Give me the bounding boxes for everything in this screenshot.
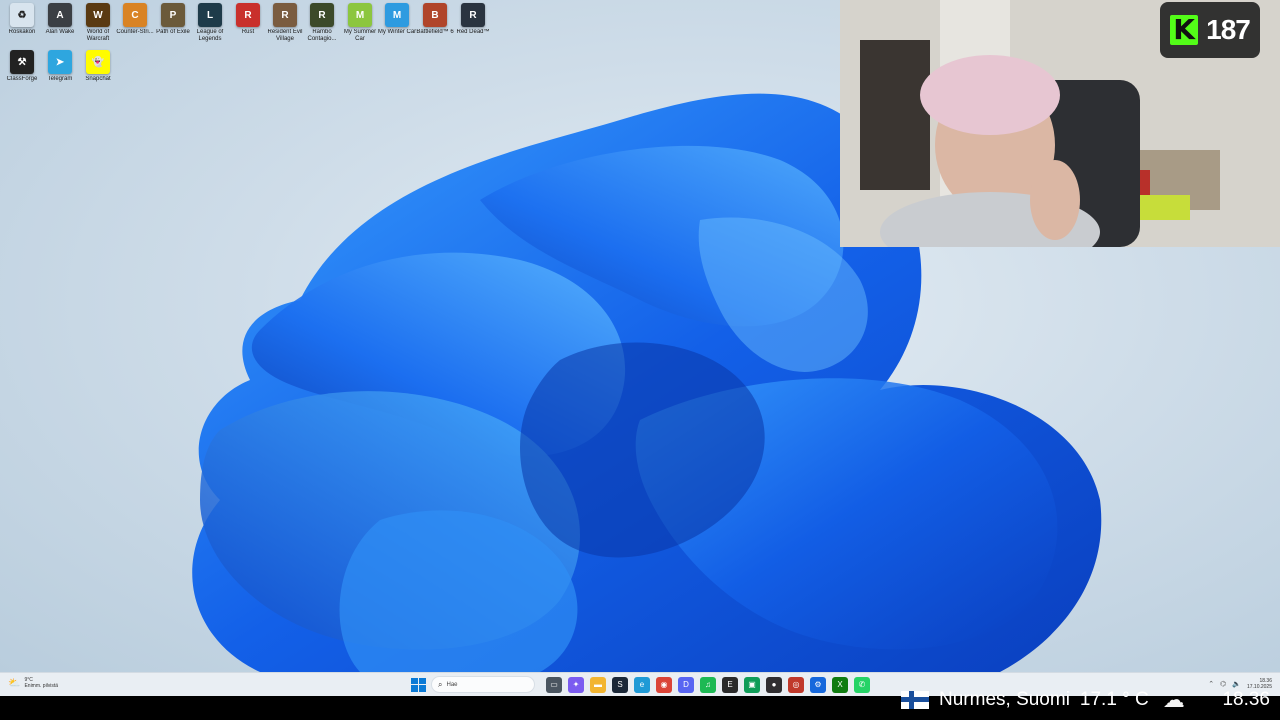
desktop-icon-snapchat[interactable]: 👻 Snapchat [80,50,116,96]
temperature-text: 17.1 ° C [1079,689,1149,710]
cloud-icon: ☁ [1162,687,1185,712]
desktop-icon-my-summer-car[interactable]: M My Summer Car [342,3,378,49]
taskbar-center: ⌕ Hae ▭ ✦ ▬ Se ◉ D ♫ E ▣ ● ◎ ⚙ X ✆ [410,676,870,693]
desktop-icon-label: Counter-Stri... [116,29,154,35]
desktop-icon-wow[interactable]: W World of Warcraft [80,3,116,49]
my-summer-car-icon: M [348,3,372,27]
viewer-count: 187 [1206,14,1251,45]
whatsapp-icon[interactable]: ✆ [854,676,870,693]
recycle-bin-icon: ♻ [10,3,34,27]
obs-icon[interactable]: ● [766,676,782,693]
taskbar-weather-widget[interactable]: ⛅ 9°C Enimm. pilvistä [8,677,58,689]
desktop-icon-telegram[interactable]: ➤ Telegram [42,50,78,96]
wow-icon: W [86,3,110,27]
league-icon: L [198,3,222,27]
time-text: 18.36 [1222,689,1270,710]
desktop-icon-label: ClassForge [6,76,38,82]
telegram-icon: ➤ [48,50,72,74]
desktop-icon-red-dead[interactable]: R Red Dead™ [455,3,491,49]
desktop-icon-resident-evil[interactable]: R Resident Evil Village [267,3,303,49]
search-icon: ⌕ [438,679,443,689]
desktop-icon-recycle-bin[interactable]: ♻ Roskakori [4,3,40,49]
desktop-icon-label: Rust [241,29,255,35]
search-placeholder: Hae [446,681,458,688]
desktop-icon-alan-wake[interactable]: A Alan Wake [42,3,78,49]
desktop-icon-label: My Winter Car [377,29,417,35]
resident-evil-icon: R [273,3,297,27]
steam-icon[interactable]: S [612,676,628,693]
app-blue-icon[interactable]: ⚙ [810,676,826,693]
red-dead-icon: R [461,3,485,27]
chrome-icon[interactable]: ◉ [656,676,672,693]
epic-icon[interactable]: E [722,676,738,693]
webcam-overlay: K 187 [840,0,1280,247]
rambo-icon: R [310,3,334,27]
copilot-icon[interactable]: ✦ [568,676,584,693]
taskbar-search[interactable]: ⌕ Hae [431,676,535,693]
alan-wake-icon: A [48,3,72,27]
rust-icon: R [236,3,260,27]
classforge-icon: ⚒ [10,50,34,74]
desktop-icon-label: League of Legends [196,29,224,42]
capture-icon[interactable]: ◎ [788,676,804,693]
desktop-icon-label: Telegram [47,76,73,82]
location-text: Nurmes, Suomi [939,689,1070,710]
desktop-icon-label: My Summer Car [343,29,377,42]
path-of-exile-icon: P [161,3,185,27]
xbox-icon[interactable]: X [832,676,848,693]
stream-info-panel: Nurmes, Suomi 17.1 ° C ☁ 18.36 [895,686,1280,714]
snapchat-icon: 👻 [86,50,110,74]
viewer-counter: K 187 [1160,2,1260,58]
desktop-icon-rambo[interactable]: R Rambo Contagio... [304,3,340,49]
partly-cloudy-icon: ⛅ [8,677,21,689]
kick-logo-icon: K [1170,15,1199,45]
desktop-icon-label: Battlefield™ 6 [416,29,454,35]
desktop-icon-label: Rambo Contagio... [307,29,337,42]
desktop-icon-classforge[interactable]: ⚒ ClassForge [4,50,40,96]
desktop-icon-label: Snapchat [85,76,111,82]
desktop-icon-label: Path of Exile [156,29,190,35]
my-winter-car-icon: M [385,3,409,27]
battlefield-icon: B [423,3,447,27]
desktop-icon-counter-strike[interactable]: C Counter-Stri... [116,3,154,49]
desktop-icon-rust[interactable]: R Rust [230,3,266,49]
desktop-icon-battlefield[interactable]: B Battlefield™ 6 [416,3,454,49]
desktop-icon-path-of-exile[interactable]: P Path of Exile [155,3,191,49]
file-explorer-icon[interactable]: ▬ [590,676,606,693]
counter-strike-icon: C [123,3,147,27]
desktop-icon-label: Resident Evil Village [267,29,303,42]
desktop-icon-label: Alan Wake [45,29,75,35]
task-view-icon[interactable]: ▭ [546,676,562,693]
desktop-icon-label: Roskakori [8,29,36,35]
edge-icon[interactable]: e [634,676,650,693]
discord-icon[interactable]: D [678,676,694,693]
finland-flag-icon [901,691,929,709]
store-icon[interactable]: ▣ [744,676,760,693]
spotify-icon[interactable]: ♫ [700,676,716,693]
start-button[interactable] [410,677,426,693]
desktop-icon-label: Red Dead™ [456,29,490,35]
weather-desc: Enimm. pilvistä [24,683,59,689]
desktop-icon-my-winter-car[interactable]: M My Winter Car [377,3,417,49]
desktop-icon-label: World of Warcraft [86,29,110,42]
desktop-icon-league[interactable]: L League of Legends [192,3,228,49]
